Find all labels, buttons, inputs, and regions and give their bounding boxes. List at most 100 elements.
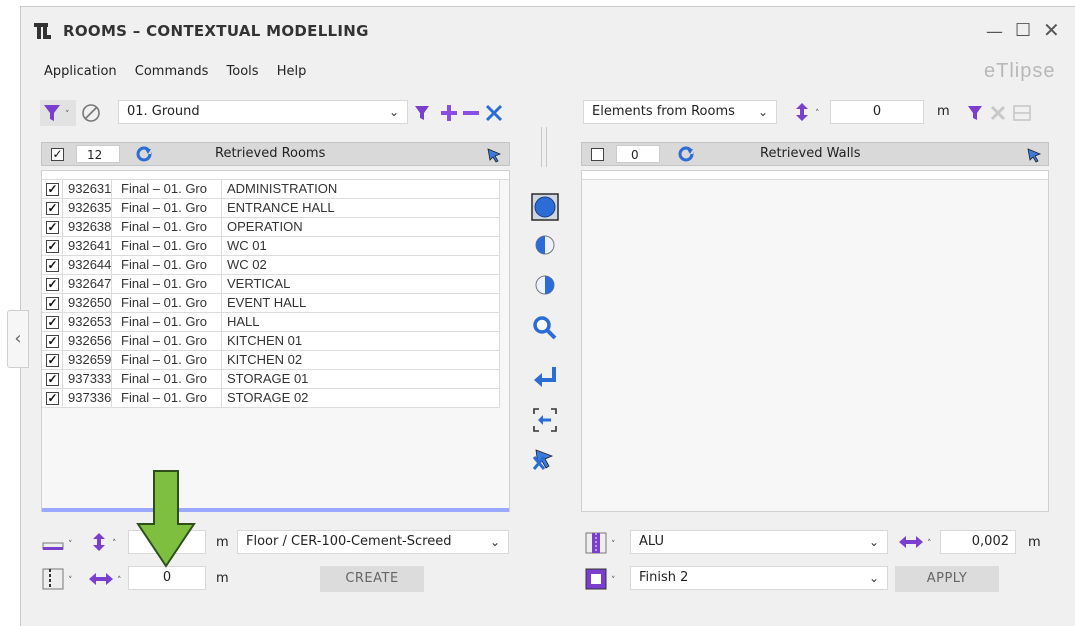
create-button[interactable]: CREATE	[320, 566, 424, 592]
chevron-left-icon: ‹	[14, 328, 22, 349]
floor-type-select[interactable]: Floor / CER-100-Cement-Screed ⌄	[237, 530, 509, 554]
half-circle-right-icon	[535, 275, 555, 295]
level-select-value: 01. Ground	[127, 104, 200, 119]
menu-commands[interactable]: Commands	[135, 64, 209, 79]
floor-type-value: Floor / CER-100-Cement-Screed	[246, 534, 452, 549]
add-filter-button[interactable]	[413, 102, 509, 128]
room-name: OPERATION	[221, 218, 500, 237]
room-level: Final – 01. Gro	[111, 313, 221, 332]
row-checkbox[interactable]: ✓	[46, 278, 59, 291]
select-all-walls-checkbox[interactable]	[591, 148, 604, 161]
deselect-button[interactable]	[530, 445, 560, 475]
zoom-button[interactable]	[530, 313, 560, 343]
progress-bar	[42, 508, 509, 512]
table-row[interactable]: ✓ 932635 Final – 01. Gro ENTRANCE HALL	[42, 199, 500, 218]
room-level: Final – 01. Gro	[111, 237, 221, 256]
refresh-walls-icon[interactable]	[677, 145, 695, 167]
chevron-down-icon: ⌄	[868, 571, 879, 585]
row-checkbox[interactable]: ✓	[46, 240, 59, 253]
filter-dropdown-button[interactable]: ˅	[40, 100, 76, 126]
row-checkbox[interactable]: ✓	[46, 221, 59, 234]
row-checkbox[interactable]: ✓	[46, 373, 59, 386]
vertical-arrows-icon: ˄	[796, 103, 820, 121]
menu-application[interactable]: Application	[44, 64, 117, 79]
walls-grid	[581, 170, 1049, 512]
finish-select[interactable]: Finish 2 ⌄	[630, 566, 888, 590]
row-checkbox[interactable]: ✓	[46, 183, 59, 196]
chevron-down-icon: ⌄	[757, 105, 768, 119]
apply-button[interactable]: APPLY	[895, 566, 999, 592]
room-name: VERTICAL	[221, 275, 500, 294]
select-frame-icon	[1013, 105, 1031, 121]
svg-text:˅: ˅	[611, 576, 616, 586]
panel-splitter[interactable]	[541, 127, 542, 167]
clear-icon	[990, 105, 1006, 121]
material-select[interactable]: ALU ⌄	[630, 530, 888, 554]
maximize-button[interactable]: ☐	[1015, 20, 1031, 41]
menu-tools[interactable]: Tools	[227, 64, 259, 79]
table-row[interactable]: ✓ 937336 Final – 01. Gro STORAGE 02	[42, 389, 500, 408]
wall-layer-icon: ˅	[42, 568, 73, 590]
table-row[interactable]: ✓ 932644 Final – 01. Gro WC 02	[42, 256, 500, 275]
return-button[interactable]	[530, 363, 560, 393]
no-selection-icon[interactable]	[80, 102, 102, 124]
horizontal-offset-stepper[interactable]: ˄	[87, 568, 127, 594]
offset-mode-dropdown[interactable]: ˅	[40, 566, 80, 592]
row-checkbox[interactable]: ✓	[46, 202, 59, 215]
horizontal-arrows-icon: ˄	[89, 573, 122, 586]
thickness-input[interactable]: 0,002	[940, 530, 1016, 554]
vertical-offset-stepper[interactable]: ˄	[793, 101, 829, 127]
brand-logo: eTlipse	[984, 60, 1056, 82]
collapse-panel-tab[interactable]: ‹	[7, 310, 29, 368]
minus-icon	[463, 111, 479, 115]
filled-circle-icon	[531, 193, 559, 221]
room-name: EVENT HALL	[221, 294, 500, 313]
row-checkbox[interactable]: ✓	[46, 259, 59, 272]
select-left-half-button[interactable]	[530, 230, 560, 260]
row-checkbox[interactable]: ✓	[46, 354, 59, 367]
floor-slab-icon: ˅	[42, 540, 73, 550]
room-id: 937333	[62, 370, 111, 389]
maximize-icon: ☐	[1015, 20, 1032, 41]
transfer-button[interactable]	[530, 405, 560, 435]
thickness-stepper[interactable]: ˄	[897, 531, 937, 557]
table-row[interactable]: ✓ 932638 Final – 01. Gro OPERATION	[42, 218, 500, 237]
table-row[interactable]: ✓ 932659 Final – 01. Gro KITCHEN 02	[42, 351, 500, 370]
thickness-value: 0,002	[971, 534, 1009, 549]
select-all-action-button[interactable]	[530, 192, 560, 222]
filter-icon	[415, 106, 429, 120]
table-row[interactable]: ✓ 932650 Final – 01. Gro EVENT HALL	[42, 294, 500, 313]
select-cursor-icon[interactable]	[1025, 146, 1043, 168]
table-row[interactable]: ✓ 932653 Final – 01. Gro HALL	[42, 313, 500, 332]
menu-help[interactable]: Help	[277, 64, 307, 79]
close-button[interactable]: ✕	[1043, 18, 1060, 42]
wall-material-icon: ˅	[585, 532, 616, 554]
svg-text:˅: ˅	[68, 576, 73, 586]
table-row[interactable]: ✓ 932656 Final – 01. Gro KITCHEN 01	[42, 332, 500, 351]
finish-dropdown-button[interactable]: ˅	[583, 566, 623, 592]
level-select[interactable]: 01. Ground ⌄	[118, 100, 408, 124]
plus-icon	[441, 105, 457, 121]
panel-splitter-line	[546, 127, 547, 167]
table-row[interactable]: ✓ 937333 Final – 01. Gro STORAGE 01	[42, 370, 500, 389]
select-right-half-button[interactable]	[530, 270, 560, 300]
table-row[interactable]: ✓ 932647 Final – 01. Gro VERTICAL	[42, 275, 500, 294]
row-checkbox[interactable]: ✓	[46, 392, 59, 405]
walls-grid-header: 0 Retrieved Walls	[581, 142, 1049, 166]
room-id: 937336	[62, 389, 111, 408]
select-all-rooms-checkbox[interactable]: ✓	[51, 148, 64, 161]
select-cursor-icon[interactable]	[485, 146, 503, 168]
row-checkbox[interactable]: ✓	[46, 297, 59, 310]
height-mode-dropdown[interactable]: ˅	[40, 530, 80, 556]
table-row[interactable]: ✓ 932641 Final – 01. Gro WC 01	[42, 237, 500, 256]
refresh-rooms-icon[interactable]	[135, 145, 153, 167]
minimize-button[interactable]: —	[986, 22, 1003, 42]
row-checkbox[interactable]: ✓	[46, 316, 59, 329]
source-select[interactable]: Elements from Rooms ⌄	[583, 100, 777, 124]
height-stepper[interactable]: ˄	[90, 531, 126, 557]
offset-input[interactable]: 0	[830, 100, 924, 124]
half-circle-left-icon	[535, 235, 555, 255]
table-row[interactable]: ✓ 932631 Final – 01. Gro ADMINISTRATION	[42, 180, 500, 199]
material-dropdown-button[interactable]: ˅	[583, 530, 623, 556]
row-checkbox[interactable]: ✓	[46, 335, 59, 348]
